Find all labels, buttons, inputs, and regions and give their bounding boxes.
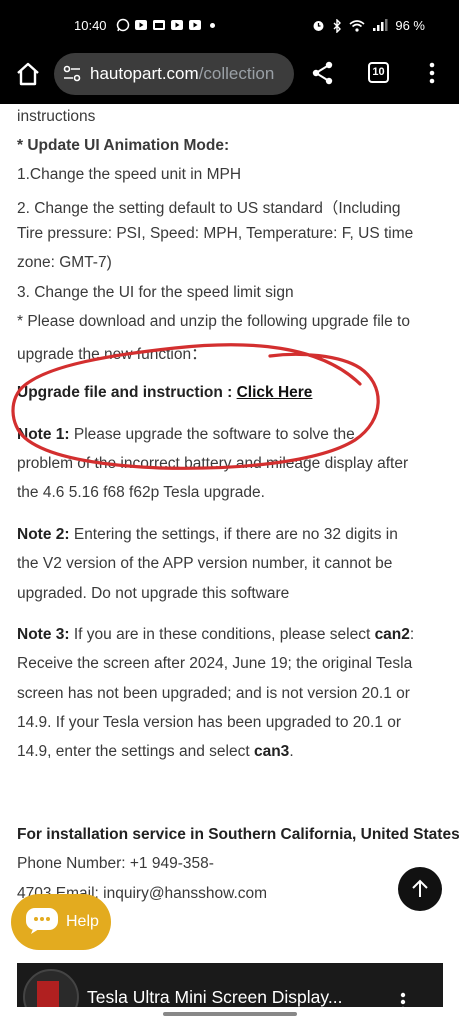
text-line: instructions	[17, 108, 96, 125]
url-domain: hautopart.com	[90, 64, 199, 83]
calendar-icon	[153, 20, 165, 30]
share-icon[interactable]	[310, 60, 336, 86]
clock: 10:40	[74, 18, 107, 33]
text-line: problem of the incorrect battery and mil…	[17, 455, 409, 472]
phone-line: Phone Number: +1 949-358-	[17, 855, 214, 872]
help-chat-button[interactable]: Help	[11, 894, 111, 950]
bluetooth-icon	[333, 18, 342, 33]
text-line: Receive the screen after 2024, June 19; …	[17, 655, 413, 672]
site-settings-icon[interactable]	[62, 65, 82, 83]
note-text: Please upgrade the software to solve the	[69, 426, 355, 443]
scroll-to-top-button[interactable]	[398, 867, 442, 911]
list-item: 3. Change the UI for the speed limit sig…	[17, 284, 294, 301]
youtube-icon	[189, 20, 201, 30]
note-1: Note 1: Please upgrade the software to s…	[17, 426, 355, 444]
text-line: 14.9. If your Tesla version has been upg…	[17, 714, 402, 731]
more-notifications-dot	[210, 22, 215, 28]
arrow-up-icon	[412, 879, 428, 897]
status-bar: 10:40 96 %	[0, 0, 459, 50]
text-line: zone: GMT-7)	[17, 254, 112, 271]
note-label: Note 1:	[17, 426, 70, 443]
more-menu-icon[interactable]	[428, 62, 436, 84]
text-line: upgraded. Do not upgrade this software	[17, 585, 290, 602]
text-line: the V2 version of the APP version number…	[17, 555, 393, 572]
note-label: Note 3:	[17, 626, 70, 643]
signal-icon	[373, 19, 388, 31]
system-icons: 96 %	[312, 18, 425, 33]
alarm-icon	[313, 21, 324, 31]
notification-icons	[116, 18, 215, 32]
update-heading: * Update UI Animation Mode:	[17, 137, 230, 154]
video-title[interactable]: Tesla Ultra Mini Screen Display...	[87, 987, 387, 1008]
whatsapp-icon	[116, 18, 130, 32]
click-here-link[interactable]: Click Here	[237, 384, 313, 401]
text-line: Tire pressure: PSI, Speed: MPH, Temperat…	[17, 225, 414, 242]
text-line: 14.9, enter the settings and select can3…	[17, 743, 294, 761]
note-text: .	[289, 743, 294, 760]
address-bar[interactable]: hautopart.com/collection	[54, 53, 294, 95]
installation-heading: For installation service in Southern Cal…	[17, 826, 459, 843]
battery-level: 96 %	[395, 18, 425, 33]
gesture-nav-bar	[0, 1007, 459, 1024]
tab-switcher-button[interactable]: 10	[368, 62, 389, 83]
home-icon[interactable]	[14, 60, 42, 88]
list-item: 1.Change the speed unit in MPH	[17, 166, 242, 183]
text-line: the 4.6 5.16 f68 f62p Tesla upgrade.	[17, 484, 265, 501]
text-line: screen has not been upgraded; and is not…	[17, 685, 410, 702]
can3-option: can3	[253, 743, 290, 760]
note-text: Entering the settings, if there are no 3…	[69, 526, 398, 543]
note-text: 14.9, enter the settings and select	[17, 743, 254, 760]
note-2: Note 2: Entering the settings, if there …	[17, 526, 398, 544]
url-text[interactable]: hautopart.com/collection	[90, 64, 290, 84]
text-line: * Please download and unzip the followin…	[17, 313, 410, 330]
youtube-icon	[135, 20, 147, 30]
list-item: 2. Change the setting default to US stan…	[17, 200, 401, 217]
note-text: If you are in these conditions, please s…	[69, 626, 375, 643]
help-label: Help	[66, 913, 99, 930]
url-path: /collection	[198, 64, 275, 83]
upgrade-file-row: Upgrade file and instruction : Click Her…	[17, 384, 312, 402]
upgrade-label: Upgrade file and instruction :	[17, 384, 233, 401]
chat-bubble-icon	[26, 908, 58, 934]
can2-option: can2	[374, 626, 410, 643]
note-label: Note 2:	[17, 526, 70, 543]
text-line: upgrade the new function：	[17, 346, 207, 363]
youtube-icon	[171, 20, 183, 30]
wifi-icon	[349, 20, 365, 32]
browser-toolbar: hautopart.com/collection 10	[0, 50, 459, 104]
home-gesture-handle[interactable]	[163, 1012, 297, 1016]
note-text: :	[409, 626, 415, 643]
note-3: Note 3: If you are in these conditions, …	[17, 626, 414, 644]
